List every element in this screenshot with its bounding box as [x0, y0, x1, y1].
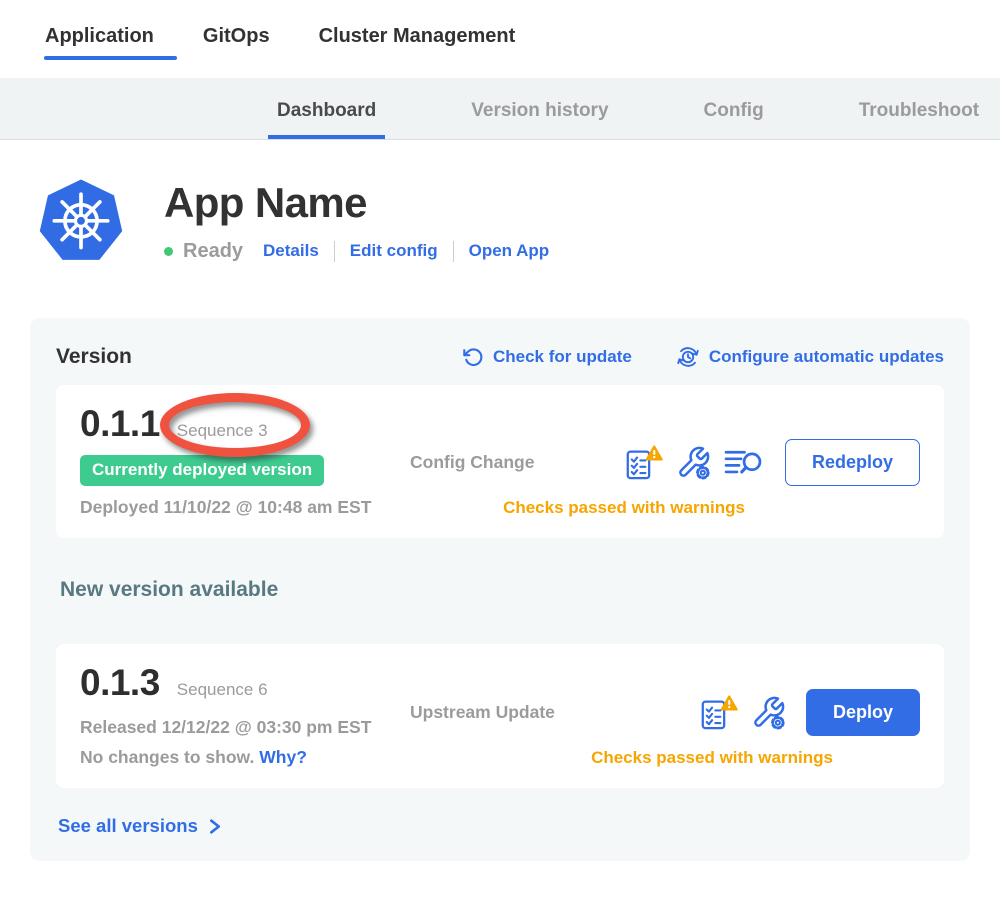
version-section-title: Version	[56, 345, 418, 369]
app-header: App Name Ready Details Edit config Open …	[35, 173, 1000, 265]
view-diff-magnifier-icon[interactable]	[724, 448, 765, 477]
tab-troubleshoot[interactable]: Troubleshoot	[859, 100, 979, 139]
kubernetes-logo	[35, 173, 127, 265]
redeploy-button[interactable]: Redeploy	[785, 439, 920, 486]
released-timestamp: Released 12/12/22 @ 03:30 pm EST	[80, 717, 410, 738]
chevron-right-icon	[207, 817, 222, 836]
open-app-link[interactable]: Open App	[469, 241, 550, 261]
tab-version-history[interactable]: Version history	[471, 100, 608, 139]
top-tab-application[interactable]: Application	[45, 25, 154, 68]
wrench-gear-icon[interactable]	[676, 445, 711, 480]
details-link[interactable]: Details	[263, 241, 319, 261]
check-for-update-label: Check for update	[493, 347, 632, 367]
available-source-label: Upstream Update	[410, 702, 555, 723]
top-tab-cluster-management[interactable]: Cluster Management	[319, 25, 516, 68]
why-link[interactable]: Why?	[259, 747, 307, 767]
status-text: Ready	[183, 240, 243, 263]
current-version-card: 0.1.1 Sequence 3 Currently deployed vers…	[56, 385, 944, 538]
current-source-label: Config Change	[410, 452, 534, 473]
current-version-number: 0.1.1	[80, 403, 160, 445]
available-version-number: 0.1.3	[80, 662, 160, 704]
tab-dashboard[interactable]: Dashboard	[277, 100, 376, 139]
configure-auto-updates-link[interactable]: Configure automatic updates	[676, 345, 944, 369]
top-nav-bar: Application GitOps Cluster Management	[0, 0, 1000, 78]
version-panel: Version Check for update	[30, 318, 970, 861]
available-version-card: 0.1.3 Sequence 6 Released 12/12/22 @ 03:…	[56, 644, 944, 788]
preflight-checklist-warning-icon[interactable]	[624, 444, 663, 482]
currently-deployed-badge: Currently deployed version	[80, 455, 324, 486]
auto-update-clock-icon	[676, 345, 700, 369]
page-title: App Name	[164, 182, 549, 225]
preflight-checklist-warning-icon[interactable]	[699, 694, 738, 732]
wrench-gear-icon[interactable]	[751, 695, 786, 730]
configure-auto-updates-label: Configure automatic updates	[709, 347, 944, 367]
deployed-timestamp: Deployed 11/10/22 @ 10:48 am EST	[80, 497, 410, 518]
deploy-button[interactable]: Deploy	[806, 689, 920, 736]
refresh-icon	[462, 346, 484, 368]
status-dot	[164, 247, 173, 256]
no-changes-text: No changes to show.	[80, 747, 254, 767]
available-sequence-label: Sequence 6	[177, 680, 268, 700]
edit-config-link[interactable]: Edit config	[350, 241, 438, 261]
see-all-versions-link[interactable]: See all versions	[58, 815, 944, 837]
divider	[453, 241, 454, 262]
top-tab-gitops[interactable]: GitOps	[203, 25, 270, 68]
current-checks-warning-text: Checks passed with warnings	[410, 498, 920, 518]
check-for-update-link[interactable]: Check for update	[462, 346, 632, 368]
current-sequence-label: Sequence 3	[177, 421, 268, 441]
app-sub-nav-bar: Dashboard Version history Config Trouble…	[0, 78, 1000, 140]
see-all-versions-label: See all versions	[58, 815, 198, 837]
new-version-heading: New version available	[60, 578, 944, 604]
available-checks-warning-text: Checks passed with warnings	[410, 748, 920, 768]
tab-config[interactable]: Config	[704, 100, 764, 139]
divider	[334, 241, 335, 262]
